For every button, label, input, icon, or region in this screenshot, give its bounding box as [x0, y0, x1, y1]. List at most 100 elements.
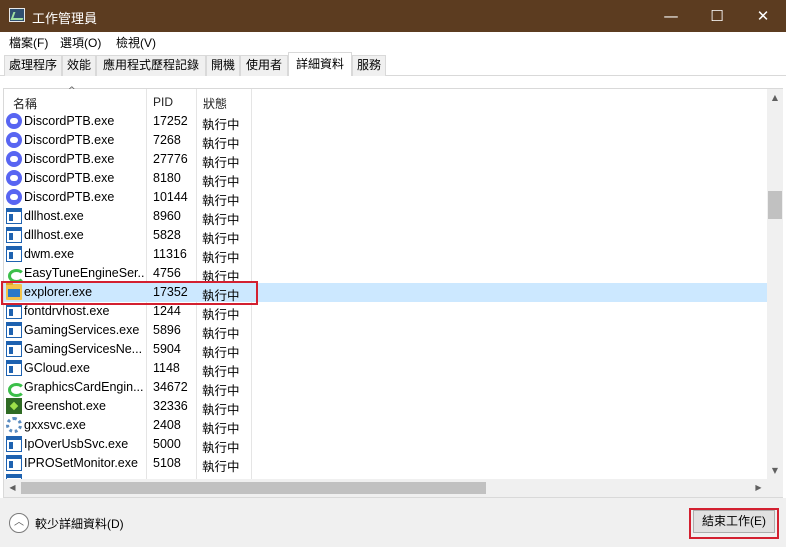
discord-icon	[6, 151, 22, 167]
process-row[interactable]: DiscordPTB.exe 17252 執行中	[4, 112, 767, 132]
process-pid: 10144	[153, 190, 188, 204]
window-icon	[6, 455, 22, 471]
highlight-box-explorer	[1, 281, 258, 305]
process-row[interactable]: IPROSetMonitor.exe 5108 執行中	[4, 454, 767, 474]
task-manager-icon	[9, 8, 25, 22]
tab-app-history[interactable]: 應用程式歷程記錄	[96, 55, 206, 76]
process-row[interactable]: GCloud.exe 1148 執行中	[4, 359, 767, 379]
scroll-down-icon[interactable]: ▼	[767, 462, 783, 479]
process-row[interactable]: DiscordPTB.exe 10144 執行中	[4, 188, 767, 208]
close-button[interactable]: ✕	[740, 0, 786, 32]
maximize-button[interactable]: ☐	[694, 0, 740, 32]
tab-users[interactable]: 使用者	[240, 55, 288, 76]
horizontal-scrollbar[interactable]: ◀ ▶	[4, 479, 767, 497]
process-row[interactable]: dllhost.exe 5828 執行中	[4, 226, 767, 246]
window-icon	[6, 341, 22, 357]
vertical-scrollbar[interactable]: ▲ ▼	[767, 89, 783, 479]
window-icon	[6, 246, 22, 262]
process-name: fontdrvhost.exe	[24, 304, 110, 318]
tab-processes[interactable]: 處理程序	[4, 55, 62, 76]
process-pid: 27776	[153, 152, 188, 166]
process-pid: 11316	[153, 247, 187, 261]
process-row[interactable]: Greenshot.exe 32336 執行中	[4, 397, 767, 417]
greenshot-icon	[6, 398, 22, 414]
process-row[interactable]: IpOverUsbSvc.exe 5000 執行中	[4, 435, 767, 455]
process-row[interactable]: dwm.exe 11316 執行中	[4, 245, 767, 265]
tab-performance[interactable]: 效能	[62, 55, 96, 76]
menu-file[interactable]: 檔案(F)	[9, 34, 48, 51]
process-pid: 34672	[153, 380, 188, 394]
process-name: DiscordPTB.exe	[24, 114, 115, 128]
less-details-link[interactable]: 較少詳細資料(D)	[35, 515, 124, 532]
discord-icon	[6, 113, 22, 129]
highlight-box-end-task	[689, 508, 779, 539]
discord-icon	[6, 132, 22, 148]
discord-icon	[6, 189, 22, 205]
process-name: DiscordPTB.exe	[24, 133, 115, 147]
process-name: DiscordPTB.exe	[24, 190, 115, 204]
process-pid: 7268	[153, 133, 181, 147]
process-name: GamingServicesNe...	[24, 342, 143, 356]
vertical-scroll-thumb[interactable]	[768, 191, 782, 219]
process-row[interactable]: dllhost.exe 8960 執行中	[4, 207, 767, 227]
window-icon	[6, 436, 22, 452]
title-bar: 工作管理員 — ☐ ✕	[0, 0, 786, 32]
column-header-name[interactable]: 名稱	[13, 95, 37, 112]
process-pid: 4756	[153, 266, 181, 280]
process-pid: 5108	[153, 456, 181, 470]
process-name: dllhost.exe	[24, 209, 84, 223]
process-name: IPROSetMonitor.exe	[24, 456, 138, 470]
discord-icon	[6, 170, 22, 186]
process-name: DiscordPTB.exe	[24, 152, 115, 166]
process-pid: 5896	[153, 323, 181, 337]
process-name: Greenshot.exe	[24, 399, 106, 413]
process-row[interactable]: gxxsvc.exe 2408 執行中	[4, 416, 767, 436]
process-name: EasyTuneEngineSer...	[24, 266, 144, 280]
process-row[interactable]: GamingServicesNe... 5904 執行中	[4, 340, 767, 360]
window-icon	[6, 208, 22, 224]
tab-services[interactable]: 服務	[352, 55, 386, 76]
menu-options[interactable]: 選項(O)	[60, 34, 101, 51]
process-name: DiscordPTB.exe	[24, 171, 115, 185]
process-row[interactable]: DiscordPTB.exe 7268 執行中	[4, 131, 767, 151]
horizontal-scroll-thumb[interactable]	[21, 482, 486, 494]
scroll-up-icon[interactable]: ▲	[767, 89, 783, 106]
process-name: IpOverUsbSvc.exe	[24, 437, 129, 451]
process-pid: 5828	[153, 228, 181, 242]
process-name: GCloud.exe	[24, 361, 91, 375]
process-name: GraphicsCardEngin...	[24, 380, 144, 394]
process-row[interactable]: GraphicsCardEngin... 34672 執行中	[4, 378, 767, 398]
process-pid: 1244	[153, 304, 181, 318]
window-icon	[6, 227, 22, 243]
column-header-pid[interactable]: PID	[153, 95, 173, 109]
scroll-left-icon[interactable]: ◀	[4, 479, 21, 497]
process-pid: 17252	[153, 114, 188, 128]
process-name: dllhost.exe	[24, 228, 84, 242]
process-pid: 5000	[153, 437, 181, 451]
scrollbar-corner	[767, 479, 783, 497]
menu-view[interactable]: 檢視(V)	[116, 34, 156, 51]
column-header-status[interactable]: 狀態	[203, 95, 227, 112]
process-row[interactable]: GamingServices.exe 5896 執行中	[4, 321, 767, 341]
chevron-up-icon[interactable]: ︿	[9, 513, 29, 533]
scroll-right-icon[interactable]: ▶	[750, 479, 767, 497]
process-name: dwm.exe	[24, 247, 75, 261]
minimize-button[interactable]: —	[648, 0, 694, 32]
process-pid: 1148	[153, 361, 180, 375]
window-icon	[6, 303, 22, 319]
tab-details[interactable]: 詳細資料	[288, 52, 352, 76]
tab-startup[interactable]: 開機	[206, 55, 240, 76]
easytune-icon	[6, 265, 25, 283]
gear-icon	[6, 417, 22, 433]
process-pid: 32336	[153, 399, 188, 413]
process-pid: 2408	[153, 418, 181, 432]
window-title: 工作管理員	[32, 11, 98, 26]
process-pid: 5904	[153, 342, 181, 356]
process-pid: 8960	[153, 209, 181, 223]
window-icon	[6, 322, 22, 338]
process-row[interactable]: DiscordPTB.exe 8180 執行中	[4, 169, 767, 189]
window-icon	[6, 360, 22, 376]
menu-bar: 檔案(F) 選項(O) 檢視(V)	[0, 32, 786, 52]
process-row[interactable]: DiscordPTB.exe 27776 執行中	[4, 150, 767, 170]
process-name: gxxsvc.exe	[24, 418, 86, 432]
